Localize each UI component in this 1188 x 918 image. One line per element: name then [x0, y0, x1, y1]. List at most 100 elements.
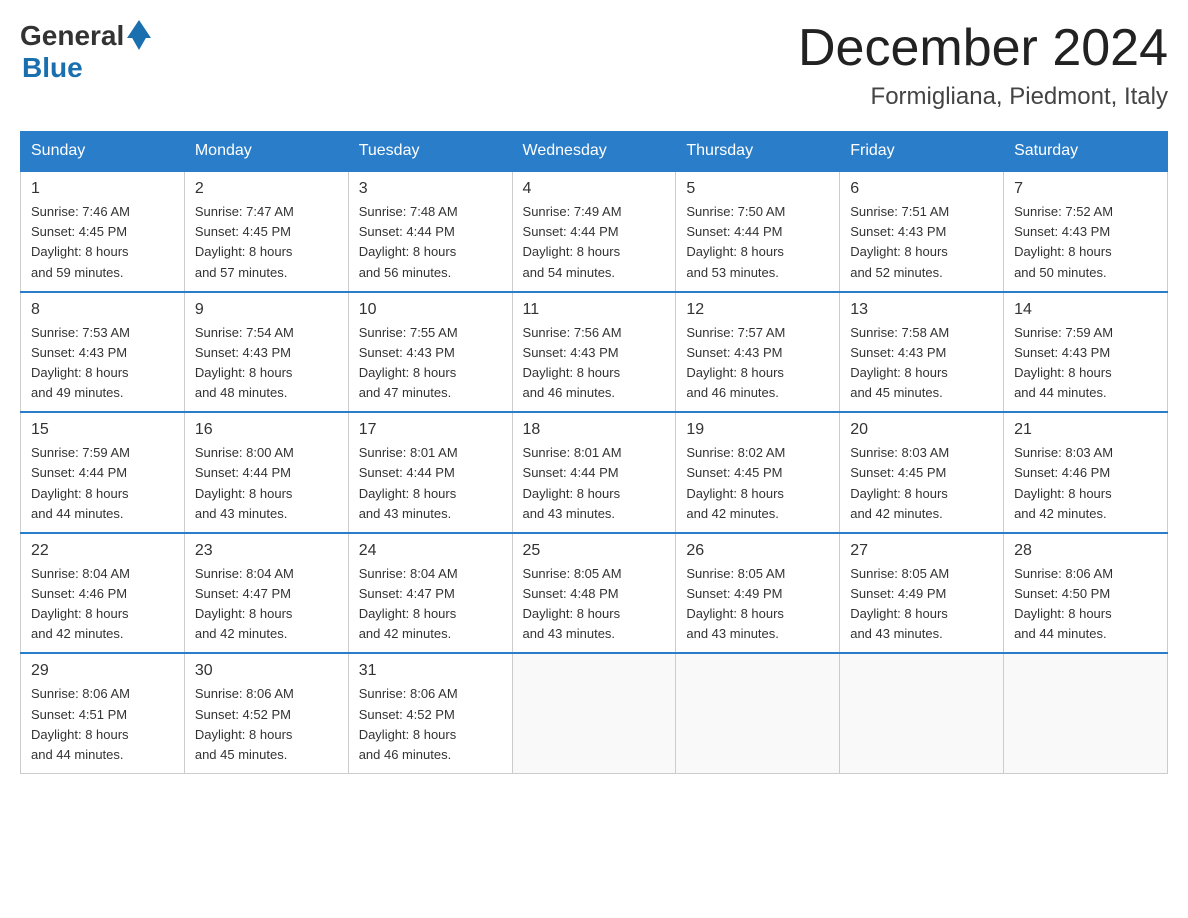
day-info: Sunrise: 7:47 AM Sunset: 4:45 PM Dayligh… [195, 202, 338, 283]
calendar-cell: 6 Sunrise: 7:51 AM Sunset: 4:43 PM Dayli… [840, 171, 1004, 292]
weekday-header-saturday: Saturday [1004, 132, 1168, 172]
day-number: 18 [523, 421, 666, 439]
day-number: 16 [195, 421, 338, 439]
calendar-cell: 5 Sunrise: 7:50 AM Sunset: 4:44 PM Dayli… [676, 171, 840, 292]
calendar-cell: 24 Sunrise: 8:04 AM Sunset: 4:47 PM Dayl… [348, 533, 512, 654]
calendar-cell: 12 Sunrise: 7:57 AM Sunset: 4:43 PM Dayl… [676, 292, 840, 413]
calendar-cell: 3 Sunrise: 7:48 AM Sunset: 4:44 PM Dayli… [348, 171, 512, 292]
day-number: 10 [359, 301, 502, 319]
day-number: 29 [31, 662, 174, 680]
calendar-cell: 20 Sunrise: 8:03 AM Sunset: 4:45 PM Dayl… [840, 412, 1004, 533]
calendar-week-row: 29 Sunrise: 8:06 AM Sunset: 4:51 PM Dayl… [21, 653, 1168, 773]
day-info: Sunrise: 8:06 AM Sunset: 4:52 PM Dayligh… [195, 684, 338, 765]
calendar-cell: 31 Sunrise: 8:06 AM Sunset: 4:52 PM Dayl… [348, 653, 512, 773]
day-number: 11 [523, 301, 666, 319]
calendar-cell: 10 Sunrise: 7:55 AM Sunset: 4:43 PM Dayl… [348, 292, 512, 413]
day-info: Sunrise: 8:04 AM Sunset: 4:46 PM Dayligh… [31, 564, 174, 645]
calendar-cell: 2 Sunrise: 7:47 AM Sunset: 4:45 PM Dayli… [184, 171, 348, 292]
calendar-cell: 22 Sunrise: 8:04 AM Sunset: 4:46 PM Dayl… [21, 533, 185, 654]
calendar-cell: 18 Sunrise: 8:01 AM Sunset: 4:44 PM Dayl… [512, 412, 676, 533]
day-info: Sunrise: 8:04 AM Sunset: 4:47 PM Dayligh… [195, 564, 338, 645]
calendar-location: Formigliana, Piedmont, Italy [798, 83, 1168, 111]
calendar-cell: 30 Sunrise: 8:06 AM Sunset: 4:52 PM Dayl… [184, 653, 348, 773]
day-number: 26 [686, 542, 829, 560]
day-number: 22 [31, 542, 174, 560]
weekday-header-tuesday: Tuesday [348, 132, 512, 172]
day-info: Sunrise: 7:48 AM Sunset: 4:44 PM Dayligh… [359, 202, 502, 283]
calendar-cell: 4 Sunrise: 7:49 AM Sunset: 4:44 PM Dayli… [512, 171, 676, 292]
day-number: 15 [31, 421, 174, 439]
weekday-header-friday: Friday [840, 132, 1004, 172]
calendar-cell: 14 Sunrise: 7:59 AM Sunset: 4:43 PM Dayl… [1004, 292, 1168, 413]
day-info: Sunrise: 7:46 AM Sunset: 4:45 PM Dayligh… [31, 202, 174, 283]
calendar-cell: 11 Sunrise: 7:56 AM Sunset: 4:43 PM Dayl… [512, 292, 676, 413]
day-info: Sunrise: 8:03 AM Sunset: 4:46 PM Dayligh… [1014, 443, 1157, 524]
day-info: Sunrise: 8:05 AM Sunset: 4:49 PM Dayligh… [686, 564, 829, 645]
weekday-header-thursday: Thursday [676, 132, 840, 172]
day-number: 12 [686, 301, 829, 319]
day-info: Sunrise: 8:01 AM Sunset: 4:44 PM Dayligh… [359, 443, 502, 524]
calendar-table: SundayMondayTuesdayWednesdayThursdayFrid… [20, 131, 1168, 774]
day-number: 23 [195, 542, 338, 560]
day-number: 6 [850, 180, 993, 198]
day-number: 8 [31, 301, 174, 319]
day-number: 30 [195, 662, 338, 680]
day-info: Sunrise: 7:51 AM Sunset: 4:43 PM Dayligh… [850, 202, 993, 283]
day-number: 19 [686, 421, 829, 439]
day-number: 13 [850, 301, 993, 319]
day-info: Sunrise: 8:00 AM Sunset: 4:44 PM Dayligh… [195, 443, 338, 524]
day-info: Sunrise: 7:59 AM Sunset: 4:43 PM Dayligh… [1014, 323, 1157, 404]
day-info: Sunrise: 8:04 AM Sunset: 4:47 PM Dayligh… [359, 564, 502, 645]
day-info: Sunrise: 7:54 AM Sunset: 4:43 PM Dayligh… [195, 323, 338, 404]
day-info: Sunrise: 8:01 AM Sunset: 4:44 PM Dayligh… [523, 443, 666, 524]
day-number: 20 [850, 421, 993, 439]
logo: General Blue [20, 20, 151, 84]
day-number: 21 [1014, 421, 1157, 439]
calendar-cell [512, 653, 676, 773]
day-info: Sunrise: 7:53 AM Sunset: 4:43 PM Dayligh… [31, 323, 174, 404]
calendar-cell: 9 Sunrise: 7:54 AM Sunset: 4:43 PM Dayli… [184, 292, 348, 413]
day-number: 28 [1014, 542, 1157, 560]
day-info: Sunrise: 7:49 AM Sunset: 4:44 PM Dayligh… [523, 202, 666, 283]
calendar-title-area: December 2024 Formigliana, Piedmont, Ita… [798, 20, 1168, 111]
calendar-cell: 15 Sunrise: 7:59 AM Sunset: 4:44 PM Dayl… [21, 412, 185, 533]
day-info: Sunrise: 7:55 AM Sunset: 4:43 PM Dayligh… [359, 323, 502, 404]
calendar-cell: 17 Sunrise: 8:01 AM Sunset: 4:44 PM Dayl… [348, 412, 512, 533]
calendar-week-row: 22 Sunrise: 8:04 AM Sunset: 4:46 PM Dayl… [21, 533, 1168, 654]
day-number: 24 [359, 542, 502, 560]
day-info: Sunrise: 7:59 AM Sunset: 4:44 PM Dayligh… [31, 443, 174, 524]
day-number: 1 [31, 180, 174, 198]
day-info: Sunrise: 8:06 AM Sunset: 4:51 PM Dayligh… [31, 684, 174, 765]
day-number: 4 [523, 180, 666, 198]
calendar-cell: 26 Sunrise: 8:05 AM Sunset: 4:49 PM Dayl… [676, 533, 840, 654]
day-info: Sunrise: 8:05 AM Sunset: 4:49 PM Dayligh… [850, 564, 993, 645]
day-number: 17 [359, 421, 502, 439]
day-info: Sunrise: 7:52 AM Sunset: 4:43 PM Dayligh… [1014, 202, 1157, 283]
day-number: 14 [1014, 301, 1157, 319]
calendar-cell: 13 Sunrise: 7:58 AM Sunset: 4:43 PM Dayl… [840, 292, 1004, 413]
calendar-cell [676, 653, 840, 773]
day-number: 25 [523, 542, 666, 560]
day-number: 27 [850, 542, 993, 560]
calendar-cell: 7 Sunrise: 7:52 AM Sunset: 4:43 PM Dayli… [1004, 171, 1168, 292]
day-info: Sunrise: 8:06 AM Sunset: 4:52 PM Dayligh… [359, 684, 502, 765]
calendar-cell: 27 Sunrise: 8:05 AM Sunset: 4:49 PM Dayl… [840, 533, 1004, 654]
calendar-header-row: SundayMondayTuesdayWednesdayThursdayFrid… [21, 132, 1168, 172]
calendar-week-row: 1 Sunrise: 7:46 AM Sunset: 4:45 PM Dayli… [21, 171, 1168, 292]
calendar-cell [840, 653, 1004, 773]
calendar-week-row: 15 Sunrise: 7:59 AM Sunset: 4:44 PM Dayl… [21, 412, 1168, 533]
day-info: Sunrise: 7:50 AM Sunset: 4:44 PM Dayligh… [686, 202, 829, 283]
logo-general-text: General [20, 20, 124, 52]
calendar-cell: 21 Sunrise: 8:03 AM Sunset: 4:46 PM Dayl… [1004, 412, 1168, 533]
day-number: 9 [195, 301, 338, 319]
calendar-month-year: December 2024 [798, 20, 1168, 77]
page-header: General Blue December 2024 Formigliana, … [20, 20, 1168, 111]
day-number: 5 [686, 180, 829, 198]
day-info: Sunrise: 8:05 AM Sunset: 4:48 PM Dayligh… [523, 564, 666, 645]
day-number: 2 [195, 180, 338, 198]
calendar-cell: 1 Sunrise: 7:46 AM Sunset: 4:45 PM Dayli… [21, 171, 185, 292]
day-info: Sunrise: 8:02 AM Sunset: 4:45 PM Dayligh… [686, 443, 829, 524]
calendar-cell: 23 Sunrise: 8:04 AM Sunset: 4:47 PM Dayl… [184, 533, 348, 654]
calendar-cell: 8 Sunrise: 7:53 AM Sunset: 4:43 PM Dayli… [21, 292, 185, 413]
day-info: Sunrise: 7:56 AM Sunset: 4:43 PM Dayligh… [523, 323, 666, 404]
